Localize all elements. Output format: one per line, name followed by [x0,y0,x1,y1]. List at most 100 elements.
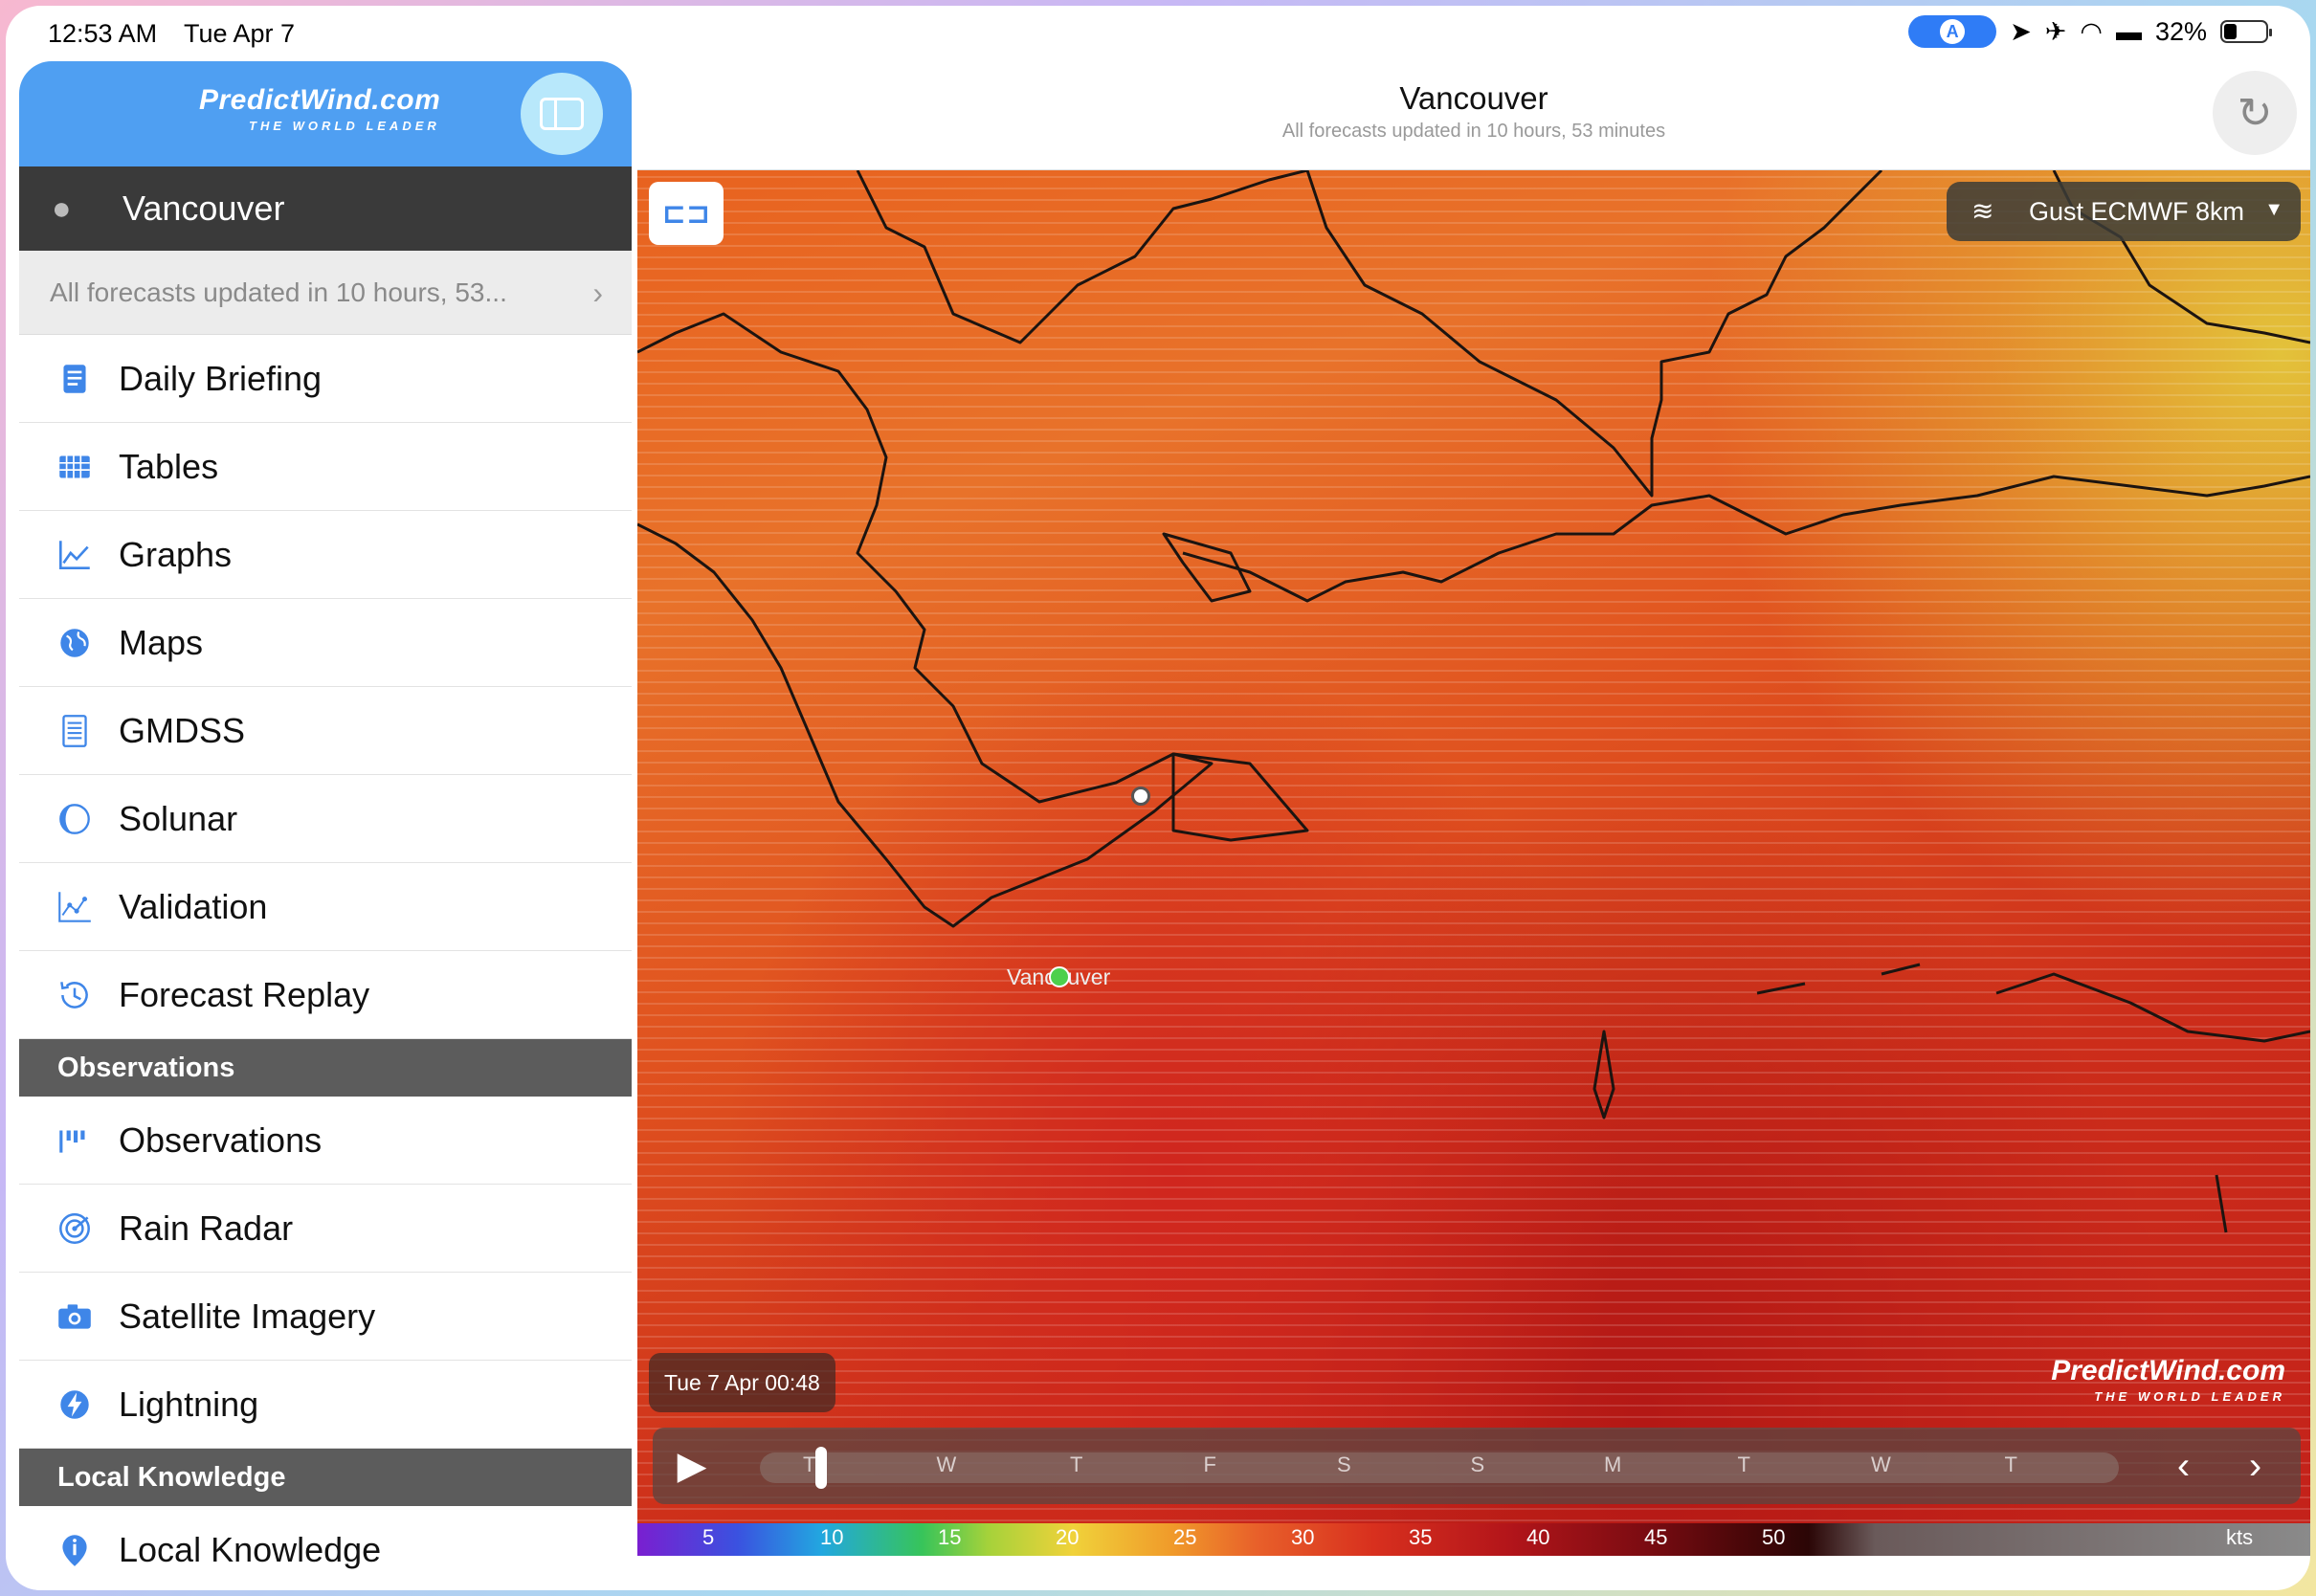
menu-item-lightning[interactable]: Lightning [19,1361,632,1449]
menu-item-label: Forecast Replay [119,974,370,1014]
scale-value-label: 5 [702,1525,715,1549]
sidebar-icon [540,98,584,130]
ipad-screen: 12:53 AM Tue Apr 7 A ➤ ✈ ◠ ▬ 32% Predict… [6,6,2310,1590]
scatter-icon [54,886,96,928]
timeline-day-label: M [1604,1452,1622,1476]
bars-icon [54,1119,96,1162]
menu-item-satellite-imagery[interactable]: Satellite Imagery [19,1273,632,1361]
menu-item-label: Maps [119,622,204,662]
model-selector[interactable]: ≋ Gust ECMWF 8km ▼ [1947,182,2301,241]
menu-item-validation[interactable]: Validation [19,863,632,951]
status-right: A ➤ ✈ ◠ ▬ 32% [1908,15,2272,48]
forecast-update-text: All forecasts updated in 10 hours, 53... [50,277,507,307]
menu-item-solunar[interactable]: Solunar [19,775,632,863]
timeline-day-label: S [1470,1452,1485,1476]
history-icon [54,974,96,1016]
wind-wave-icon: ≋ [1971,196,1994,226]
radar-icon [54,1208,96,1250]
line-chart-icon [54,534,96,576]
scale-value-label: 10 [820,1525,844,1549]
bolt-icon [54,1384,96,1426]
menu-item-label: GMDSS [119,710,246,750]
wind-map[interactable]: ⊏⊐ ≋ Gust ECMWF 8km ▼ Vancouver PredictW… [637,170,2310,1556]
status-bar: 12:53 AM Tue Apr 7 A ➤ ✈ ◠ ▬ 32% [6,6,2310,61]
document-icon [54,358,96,400]
menu-item-rain-radar[interactable]: Rain Radar [19,1185,632,1273]
timeline-day-label: S [1337,1452,1351,1476]
scale-value-label: 50 [1762,1525,1786,1549]
split-view-button[interactable]: ⊏⊐ [649,182,724,245]
scale-value-label: 30 [1291,1525,1315,1549]
menu-item-observations[interactable]: Observations [19,1097,632,1185]
chevron-right-icon: › [592,276,603,310]
forecast-timestamp: Tue 7 Apr 00:48 [649,1353,835,1412]
menu-item-daily-briefing[interactable]: Daily Briefing [19,335,632,423]
section-header-local-knowledge: Local Knowledge [19,1449,632,1506]
list-icon [54,710,96,752]
menu-item-forecast-replay[interactable]: Forecast Replay [19,951,632,1039]
menu-item-tables[interactable]: Tables [19,423,632,511]
menu-item-maps[interactable]: Maps [19,599,632,687]
menu-item-label: Graphs [119,534,233,574]
timeline-track[interactable] [760,1452,2119,1483]
scale-value-label: 35 [1409,1525,1433,1549]
sidebar: PredictWind.com THE WORLD LEADER ● Vanco… [19,61,632,1590]
status-time: 12:53 AM [48,19,158,48]
next-button[interactable]: › [2249,1445,2261,1488]
forecast-update-row[interactable]: All forecasts updated in 10 hours, 53...… [19,251,632,335]
camera-icon [54,1296,96,1338]
predictwind-logo: PredictWind.com THE WORLD LEADER [199,84,441,133]
play-button[interactable]: ▶ [653,1428,731,1504]
moon-icon [54,798,96,840]
menu-item-label: Local Knowledge [119,1529,382,1569]
scale-value-label: 40 [1526,1525,1550,1549]
timeline-day-label: T [803,1452,816,1476]
bed-icon: ▬ [2115,16,2142,46]
section-header-observations: Observations [19,1039,632,1097]
menu-item-label: Validation [119,886,268,926]
model-label: Gust ECMWF 8km [2029,196,2245,226]
location-marker[interactable] [1049,966,1070,987]
previous-button[interactable]: ‹ [2177,1445,2190,1488]
chevron-down-icon: ▼ [2264,199,2283,220]
play-icon: ▶ [677,1445,707,1487]
wifi-icon: ◠ [2080,16,2103,46]
location-pin-icon: ● [52,189,72,227]
navigation-pill-icon: A [1908,15,1997,48]
sidebar-toggle-button[interactable] [521,73,603,155]
status-date: Tue Apr 7 [184,19,296,48]
menu-item-gmdss[interactable]: GMDSS [19,687,632,775]
menu-item-label: Observations [119,1119,323,1160]
timeline-day-label: W [1871,1452,1891,1476]
split-view-icon: ⊏⊐ [661,197,711,230]
scale-value-label: 15 [938,1525,962,1549]
predictwind-watermark: PredictWind.com THE WORLD LEADER [2051,1355,2285,1404]
map-marker[interactable] [1131,787,1150,806]
info-icon [54,1529,96,1571]
timeline-bar: ▶ T W T F S S M T W T ‹ › [653,1428,2301,1504]
page-title: Vancouver [1399,80,1548,116]
scale-value-label: 20 [1056,1525,1080,1549]
scale-value-label: 25 [1173,1525,1197,1549]
battery-icon [2220,20,2272,43]
timeline-day-label: F [1203,1452,1216,1476]
menu-item-label: Daily Briefing [119,358,323,398]
timeline-day-label: T [2004,1452,2017,1476]
timeline-scrubber[interactable] [815,1447,828,1489]
scale-unit-label: kts [2226,1525,2254,1549]
brand-bar: PredictWind.com THE WORLD LEADER [19,61,632,166]
location-selector[interactable]: ● Vancouver [19,166,632,251]
menu-item-graphs[interactable]: Graphs [19,511,632,599]
coastline-overlay [637,170,2310,1233]
timeline-nav: ‹ › [2148,1439,2291,1493]
menu-item-label: Tables [119,446,219,486]
menu-item-local-knowledge[interactable]: Local Knowledge [19,1506,632,1590]
wind-color-scale: 5 10 15 20 25 30 35 40 45 50 kts [637,1523,2310,1556]
location-name: Vancouver [122,188,285,228]
menu-item-label: Lightning [119,1384,259,1424]
battery-percent: 32% [2154,16,2207,46]
menu-item-label: Rain Radar [119,1208,294,1248]
location-arrow-icon: ➤ [2010,16,2032,46]
refresh-button[interactable]: ↻ [2213,71,2297,155]
airplane-icon: ✈ [2044,16,2067,46]
